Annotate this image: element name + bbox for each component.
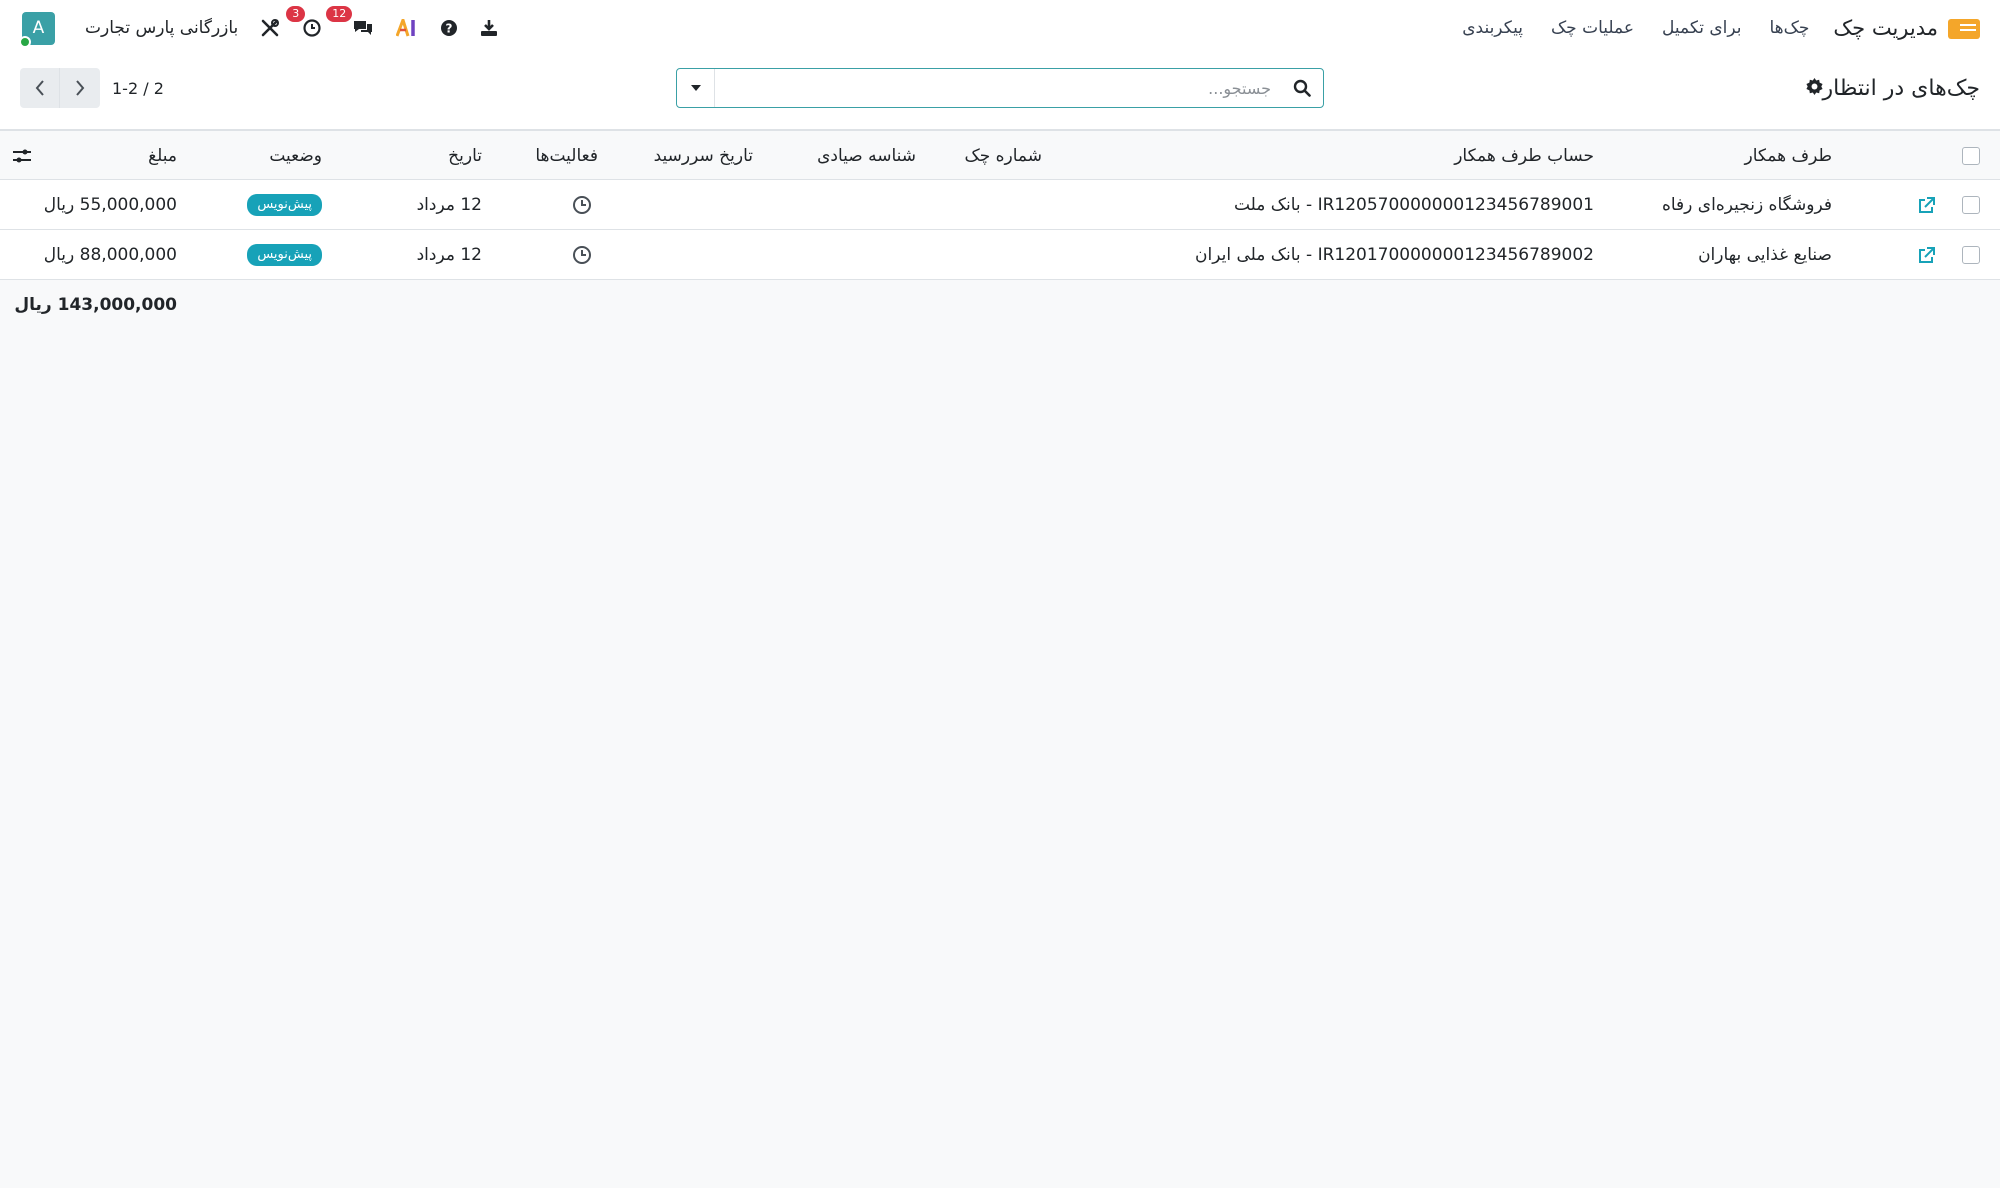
pager-value[interactable]: 1-2 / 2	[112, 79, 164, 98]
table-row[interactable]: فروشگاه زنجیره‌ای رفاه IR120570000000123…	[0, 180, 2000, 230]
messages-count-badge: 12	[326, 6, 353, 22]
search-bar	[676, 68, 1324, 108]
optional-columns-toggle[interactable]	[12, 131, 32, 181]
pager: 1-2 / 2	[20, 68, 164, 108]
cell-amount: 88,000,000 ریال	[43, 245, 177, 265]
cell-partner-account: IR120570000000123456789001 - بانک ملت	[1233, 195, 1594, 215]
row-checkbox[interactable]	[1962, 180, 1980, 230]
status-badge: پیش‌نویس	[247, 244, 322, 266]
download-icon[interactable]	[480, 19, 498, 37]
column-header-partner[interactable]: طرف همکار	[1744, 131, 1832, 181]
company-switcher[interactable]: بازرگانی پارس تجارت	[85, 18, 238, 38]
activity-clock-icon[interactable]	[572, 180, 592, 230]
activity-clock-icon[interactable]	[572, 230, 592, 280]
gear-icon[interactable]	[1796, 77, 1823, 100]
page-title: چک‌های در انتظار	[1822, 76, 1980, 101]
debug-tools-icon[interactable]	[260, 18, 280, 38]
menu-to-complete[interactable]: برای تکمیل	[1662, 18, 1742, 38]
table-row[interactable]: صنایع غذایی بهاران IR1201700000001234567…	[0, 230, 2000, 280]
cell-date: 12 مرداد	[416, 245, 482, 265]
row-checkbox[interactable]	[1962, 230, 1980, 280]
cell-status: پیش‌نویس	[247, 180, 322, 230]
checks-list-table: طرف همکار حساب طرف همکار شماره چک شناسه …	[0, 130, 2000, 330]
table-footer-row: 143,000,000 ریال	[0, 280, 2000, 330]
cell-date: 12 مرداد	[416, 195, 482, 215]
navbar-left: A بازرگانی پارس تجارت 3 12 ?	[19, 0, 498, 56]
cell-partner-account: IR120170000000123456789002 - بانک ملی ای…	[1195, 245, 1594, 265]
column-header-activities[interactable]: فعالیت‌ها	[535, 131, 598, 181]
menu-checks[interactable]: چک‌ها	[1770, 18, 1810, 38]
open-record-icon[interactable]	[1918, 230, 1935, 280]
chevron-left-icon	[35, 80, 44, 96]
column-header-status[interactable]: وضعیت	[269, 131, 322, 181]
total-amount: 143,000,000 ریال	[14, 295, 177, 315]
pager-next-button[interactable]	[60, 68, 100, 108]
column-header-amount[interactable]: مبلغ	[148, 131, 177, 181]
ai-icon[interactable]	[396, 19, 418, 37]
column-header-partner-account[interactable]: حساب طرف همکار	[1454, 131, 1594, 181]
table-header-row: طرف همکار حساب طرف همکار شماره چک شناسه …	[0, 130, 2000, 180]
column-header-date[interactable]: تاریخ	[448, 131, 482, 181]
avatar[interactable]: A	[19, 11, 55, 48]
menu-check-operations[interactable]: عملیات چک	[1551, 18, 1634, 38]
help-icon[interactable]: ?	[440, 19, 458, 37]
cell-partner: فروشگاه زنجیره‌ای رفاه	[1661, 195, 1832, 215]
activity-count-badge: 3	[286, 6, 306, 22]
menu-configuration[interactable]: پیکربندی	[1462, 18, 1523, 38]
sliders-icon	[13, 149, 31, 163]
cell-status: پیش‌نویس	[247, 230, 322, 280]
chevron-right-icon	[76, 80, 85, 96]
pager-previous-button[interactable]	[20, 68, 60, 108]
select-all-checkbox[interactable]	[1962, 131, 1980, 181]
avatar-letter: A	[32, 18, 45, 38]
search-input[interactable]	[717, 69, 1277, 107]
breadcrumb: چک‌های در انتظار	[1796, 76, 1980, 101]
control-panel: چک‌های در انتظار 1-2 / 2	[0, 56, 2000, 130]
open-record-icon[interactable]	[1918, 180, 1935, 230]
column-header-sayad-id[interactable]: شناسه صیادی	[817, 131, 916, 181]
cell-amount: 55,000,000 ریال	[43, 195, 177, 215]
search-icon[interactable]	[1293, 79, 1311, 102]
activity-clock-icon[interactable]: 3	[286, 6, 322, 38]
app-title[interactable]: مدیریت چک	[1833, 16, 1938, 40]
online-status-dot	[19, 35, 31, 48]
cell-partner: صنایع غذایی بهاران	[1698, 245, 1832, 265]
status-badge: پیش‌نویس	[247, 194, 322, 216]
caret-down-icon	[690, 85, 701, 91]
column-header-due-date[interactable]: تاریخ سررسید	[654, 131, 753, 181]
messages-icon[interactable]: 12	[326, 6, 374, 38]
check-app-icon[interactable]	[1948, 17, 1980, 39]
top-navbar: مدیریت چک چک‌ها برای تکمیل عملیات چک پیک…	[0, 0, 2000, 56]
svg-text:?: ?	[446, 22, 453, 36]
search-options-toggle[interactable]	[677, 69, 715, 107]
navbar-right: مدیریت چک چک‌ها برای تکمیل عملیات چک پیک…	[1434, 0, 1980, 56]
column-header-check-number[interactable]: شماره چک	[965, 131, 1043, 181]
